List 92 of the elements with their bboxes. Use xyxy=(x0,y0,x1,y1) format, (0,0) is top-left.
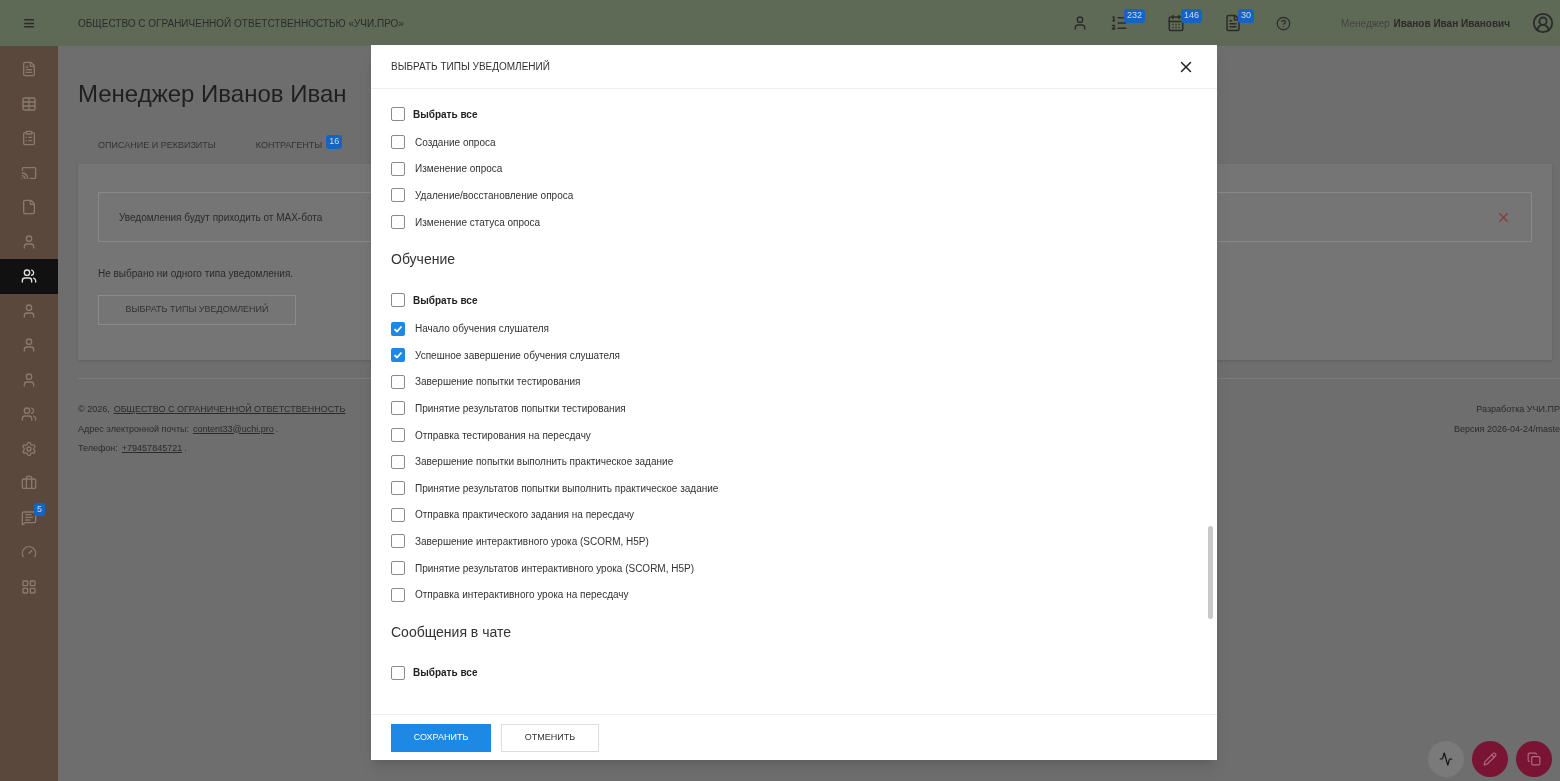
checkbox[interactable] xyxy=(391,293,405,308)
checkbox[interactable] xyxy=(391,401,405,416)
checkbox[interactable] xyxy=(391,215,405,230)
edit-button[interactable] xyxy=(1472,741,1508,777)
copy-icon xyxy=(1527,752,1541,766)
sidebar-item[interactable]: 5 xyxy=(0,500,58,535)
option-label: Завершение попытки тестирования xyxy=(415,375,581,390)
person-icon xyxy=(21,302,37,319)
checkbox[interactable] xyxy=(391,374,405,389)
file-icon xyxy=(21,199,37,216)
calendar-icon[interactable] xyxy=(1167,14,1185,32)
count-badge: 146 xyxy=(1181,9,1203,23)
document-icon xyxy=(21,61,37,78)
check-icon xyxy=(393,323,403,334)
checkbox[interactable] xyxy=(391,534,405,549)
option-label: Принятие результатов попытки тестирования xyxy=(415,401,626,416)
option-label: Изменение статуса опроса xyxy=(415,215,541,230)
clipboard-icon xyxy=(21,130,37,147)
checkbox[interactable] xyxy=(391,454,405,469)
email-link[interactable]: content33@uchi.pro xyxy=(193,422,274,436)
chat-icon xyxy=(21,509,37,526)
checkbox[interactable] xyxy=(391,587,405,602)
page-title: Менеджер Иванов Иван xyxy=(78,79,348,109)
option-label: Успешное завершение обучения слушателя xyxy=(415,348,620,363)
select-all-label: Выбрать все xyxy=(413,107,478,122)
list-icon[interactable] xyxy=(1109,14,1128,32)
document-icon[interactable] xyxy=(1224,14,1243,32)
person-icon xyxy=(21,371,37,388)
checkbox[interactable] xyxy=(391,107,405,121)
checkbox[interactable] xyxy=(391,481,405,496)
checkbox[interactable] xyxy=(391,348,405,363)
menu-button[interactable]: ≡ xyxy=(0,8,58,38)
phone-label: Телефон: xyxy=(78,442,118,455)
option-label: Отправка практического задания на пересдачу xyxy=(415,508,635,523)
punctuation: . xyxy=(275,422,279,436)
checkbox[interactable] xyxy=(391,135,405,150)
option-label: Принятие результатов интерактивного урока (SCORM, H5P) xyxy=(415,561,695,576)
check-icon xyxy=(393,350,403,361)
version-text: Версия 2026-04-24/maste xyxy=(1454,422,1560,436)
people-icon xyxy=(21,268,37,285)
pencil-icon xyxy=(1483,752,1497,766)
person-icon xyxy=(21,233,37,250)
count-badge: 232 xyxy=(1123,9,1145,23)
option-label: Изменение опроса xyxy=(415,162,503,177)
save-button[interactable]: СОХРАНИТЬ xyxy=(391,723,491,752)
checkbox[interactable] xyxy=(391,507,405,522)
checkbox[interactable] xyxy=(391,188,405,203)
phone-link[interactable]: +79457845721 xyxy=(121,442,183,456)
option-label: Отправка тестирования на пересдачу xyxy=(415,428,591,443)
choose-types-button[interactable]: ВЫБРАТЬ ТИПЫ УВЕДОМЛЕНИЙ xyxy=(98,295,296,325)
grid-icon xyxy=(21,578,37,595)
section-heading: Обучение xyxy=(391,250,457,270)
user-avatar-icon[interactable] xyxy=(1532,12,1554,34)
checkbox[interactable] xyxy=(391,321,405,336)
developer-text: Разработка УЧИ.ПР xyxy=(1476,403,1560,416)
count-badge: 16 xyxy=(326,135,343,149)
chart-button[interactable] xyxy=(1428,741,1464,777)
option-label: Принятие результатов попытки выполнить практическое задание xyxy=(415,481,719,496)
line-chart-icon xyxy=(1439,752,1453,766)
organization-title: ОБЩЕСТВО С ОГРАНИЧЕННОЙ ОТВЕТСТВЕННОСТЬЮ «УЧИ.ПРО» xyxy=(78,16,404,31)
copy-button[interactable] xyxy=(1516,741,1552,777)
select-all-label: Выбрать все xyxy=(413,293,478,308)
count-badge: 30 xyxy=(1238,9,1255,23)
sidebar-item[interactable] xyxy=(0,259,58,294)
option-label: Завершение попытки выполнить практическое задание xyxy=(415,455,674,470)
option-label: Начало обучения слушателя xyxy=(415,322,549,337)
checkbox[interactable] xyxy=(391,665,405,680)
count-badge: 5 xyxy=(34,502,45,516)
gear-icon xyxy=(21,440,37,457)
briefcase-icon xyxy=(21,475,37,492)
section-heading: Сообщения в чате xyxy=(391,622,512,642)
option-label: Создание опроса xyxy=(415,135,496,150)
help-icon[interactable] xyxy=(1276,15,1292,31)
checkbox[interactable] xyxy=(391,161,405,176)
table-icon xyxy=(21,95,37,112)
person-icon xyxy=(21,337,37,354)
cast-icon xyxy=(21,164,37,181)
dialog-title: ВЫБРАТЬ ТИПЫ УВЕДОМЛЕНИЙ xyxy=(391,59,550,74)
user-name: Иванов Иван Иванович xyxy=(1393,16,1510,31)
copyright-text: © 2026, xyxy=(78,403,110,416)
people-icon xyxy=(21,406,37,423)
option-label: Удаление/восстановление опроса xyxy=(415,189,574,203)
checkbox[interactable] xyxy=(391,561,405,575)
option-label: Отправка интерактивного урока на пересдачу xyxy=(415,588,629,603)
punctuation: . xyxy=(184,442,187,455)
select-all-label: Выбрать все xyxy=(413,666,478,681)
alert-text: Уведомления будут приходить от MAX-бота xyxy=(119,210,323,225)
option-label: Завершение интерактивного урока (SCORM, H5P) xyxy=(415,534,649,549)
empty-message: Не выбрано ни одного типа уведомления. xyxy=(98,267,295,281)
tab[interactable]: КОНТРАГЕНТЫ xyxy=(255,139,323,153)
cancel-button[interactable]: ОТМЕНИТЬ xyxy=(501,723,599,752)
checkbox[interactable] xyxy=(391,428,405,443)
